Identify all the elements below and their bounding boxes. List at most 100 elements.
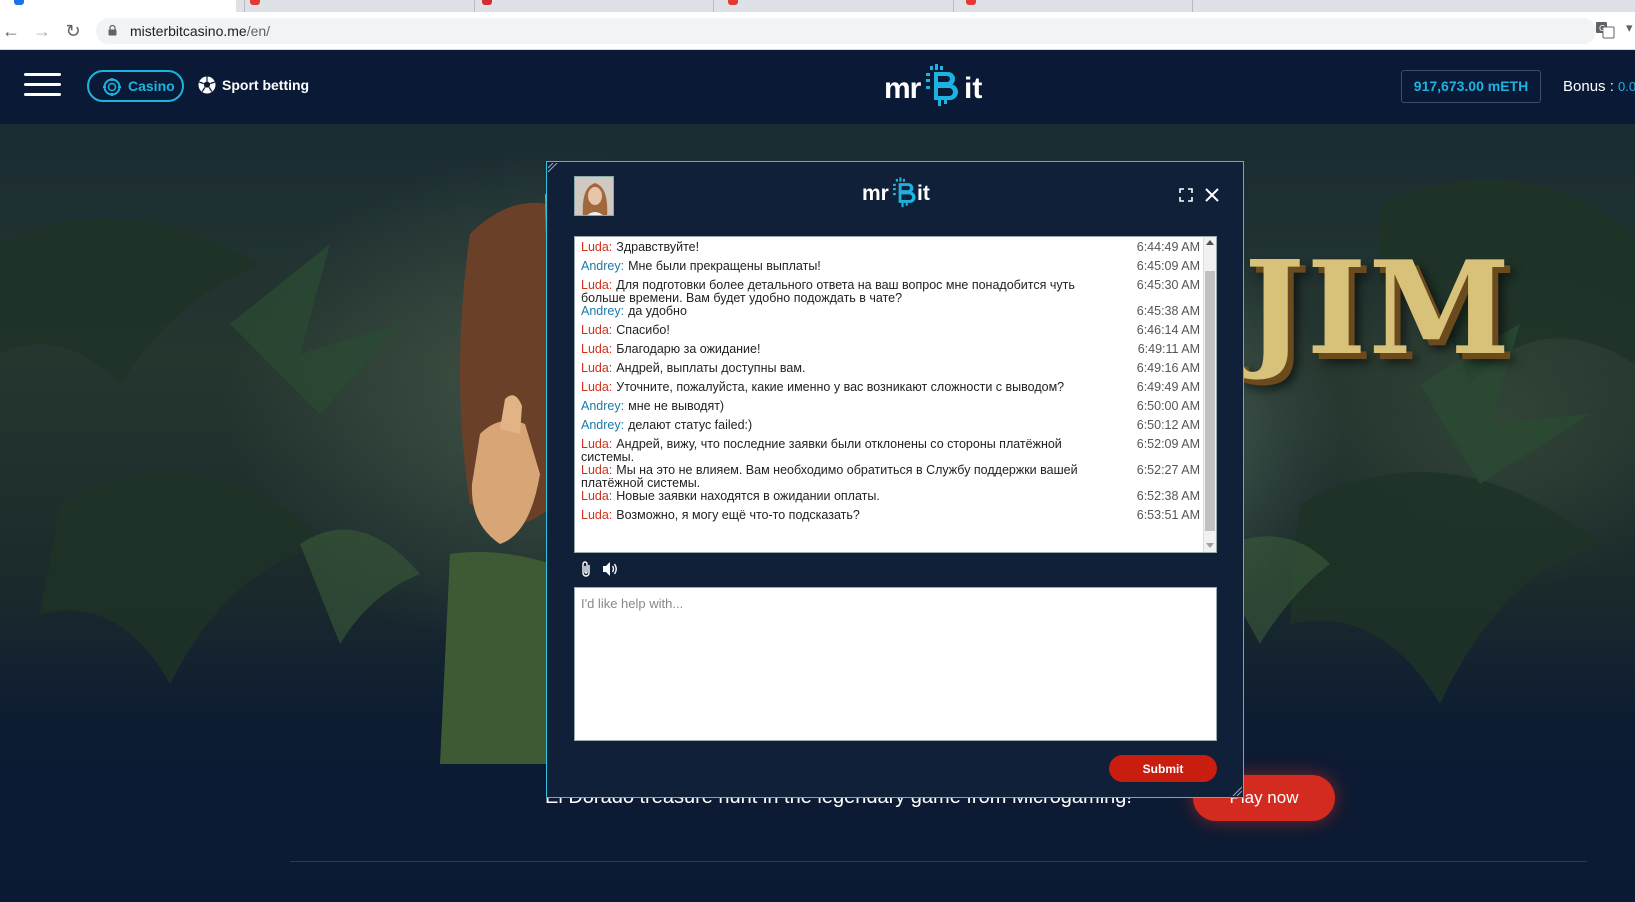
chat-message: Andrey: да удобно 6:45:38 AM	[581, 305, 1200, 324]
browser-tab[interactable]	[953, 0, 1191, 12]
scroll-thumb[interactable]	[1205, 271, 1215, 531]
forward-icon[interactable]: →	[31, 20, 53, 42]
tab-favicon	[728, 0, 738, 5]
tab-favicon	[14, 0, 24, 5]
message-text: Мне были прекращены выплаты!	[628, 259, 821, 273]
balance-display[interactable]: 917,673.00 mETH	[1401, 70, 1541, 103]
chat-transcript[interactable]: Luda: Здравствуйте! 6:44:49 AM Andrey: Мне б…	[574, 236, 1217, 553]
close-icon[interactable]	[1204, 187, 1220, 203]
chevron-down-icon[interactable]: ▾	[1626, 20, 1633, 36]
menu-icon[interactable]	[24, 73, 61, 97]
submit-button[interactable]: Submit	[1109, 755, 1217, 782]
site-logo[interactable]: mr it	[882, 62, 1002, 112]
browser-tab[interactable]	[1192, 0, 1632, 12]
logo-it-text: it	[964, 72, 983, 105]
scroll-up-arrow-icon[interactable]	[1206, 240, 1214, 245]
chat-logo: mr it	[862, 177, 934, 209]
chat-message: Luda: Новые заявки находятся в ожидании о…	[581, 490, 1200, 509]
message-timestamp: 6:45:30 AM	[1136, 278, 1200, 292]
chat-message: Luda: Возможно, я могу ещё что-то подсказ…	[581, 509, 1200, 528]
message-timestamp: 6:46:14 AM	[1136, 323, 1200, 337]
agent-avatar	[574, 176, 614, 216]
sport-betting-label: Sport betting	[222, 77, 310, 93]
divider	[290, 861, 1587, 862]
message-sender: Luda:	[581, 278, 613, 292]
message-timestamp: 6:53:51 AM	[1136, 508, 1200, 522]
chat-message: Luda: Здравствуйте! 6:44:49 AM	[581, 241, 1200, 260]
paperclip-icon[interactable]	[579, 560, 593, 578]
message-text: мне не выводят)	[628, 399, 725, 413]
logo-mr-text: mr	[884, 72, 921, 105]
tab-favicon	[966, 0, 976, 5]
message-sender: Luda:	[581, 489, 613, 503]
chat-message: Andrey: Мне были прекращены выплаты! 6:45:…	[581, 260, 1200, 279]
message-text: да удобно	[628, 304, 687, 318]
message-timestamp: 6:45:38 AM	[1136, 304, 1200, 318]
chat-message: Luda: Спасибо! 6:46:14 AM	[581, 324, 1200, 343]
bitcoin-b-logo-icon	[926, 64, 958, 106]
resize-handle-icon[interactable]	[548, 163, 558, 173]
chat-message: Luda: Мы на это не влияем. Вам необходимо…	[581, 464, 1200, 490]
message-text: Мы на это не влияем. Вам необходимо обра…	[581, 463, 1078, 490]
message-input[interactable]	[574, 587, 1217, 741]
url-text: misterbitcasino.me/en/	[130, 23, 270, 39]
message-text: Новые заявки находятся в ожидании оплаты…	[616, 489, 880, 503]
message-sender: Luda:	[581, 463, 613, 477]
message-timestamp: 6:52:09 AM	[1136, 437, 1200, 451]
message-timestamp: 6:52:27 AM	[1136, 463, 1200, 477]
casino-button[interactable]: Casino	[87, 70, 184, 102]
agent-photo	[575, 177, 613, 215]
live-chat-window: mr it Luda: Здравствуйте! 6:44:49 AM Andrey…	[546, 161, 1244, 798]
url-host: misterbitcasino.me	[130, 23, 247, 39]
reload-icon[interactable]: ↻	[62, 20, 84, 42]
browser-tab-strip	[0, 0, 1635, 12]
tab-favicon	[482, 0, 492, 5]
translate-icon[interactable]: G	[1595, 20, 1615, 40]
chat-message: Andrey: мне не выводят) 6:50:00 AM	[581, 400, 1200, 419]
message-sender: Luda:	[581, 508, 613, 522]
chat-message: Luda: Для подготовки более детального отв…	[581, 279, 1200, 305]
scroll-down-arrow-icon[interactable]	[1206, 543, 1214, 548]
browser-tab-active[interactable]	[0, 0, 236, 12]
chat-message: Luda: Андрей, выплаты доступны вам. 6:49:1…	[581, 362, 1200, 381]
chat-logo-mr: mr	[862, 182, 889, 205]
message-text: Здравствуйте!	[616, 240, 700, 254]
message-sender: Luda:	[581, 240, 613, 254]
tab-favicon	[250, 0, 260, 5]
chat-message: Luda: Андрей, вижу, что последние заявки …	[581, 438, 1200, 464]
chat-message: Andrey: делают статус failed:) 6:50:12 AM	[581, 419, 1200, 438]
message-sender: Andrey:	[581, 418, 625, 432]
message-text: делают статус failed:)	[628, 418, 753, 432]
chat-logo-it: it	[917, 182, 930, 205]
resize-handle-icon[interactable]	[1232, 786, 1242, 796]
bonus-display[interactable]: Bonus : 0.0	[1563, 78, 1635, 95]
chat-message: Luda: Уточните, пожалуйста, какие именно …	[581, 381, 1200, 400]
message-sender: Andrey:	[581, 399, 625, 413]
scrollbar[interactable]	[1203, 237, 1216, 552]
casino-chip-icon	[103, 78, 121, 96]
message-timestamp: 6:44:49 AM	[1136, 240, 1200, 254]
url-bar[interactable]: misterbitcasino.me/en/	[96, 18, 1596, 44]
message-sender: Luda:	[581, 380, 613, 394]
bonus-label: Bonus :	[1563, 78, 1614, 95]
browser-tab[interactable]	[244, 0, 469, 12]
message-text: Андрей, вижу, что последние заявки были …	[581, 437, 1062, 464]
browser-tab[interactable]	[713, 0, 951, 12]
message-sender: Luda:	[581, 361, 613, 375]
browser-address-bar: ← → ↻ misterbitcasino.me/en/ G ▾	[0, 12, 1635, 50]
expand-icon[interactable]	[1179, 188, 1193, 202]
hero-game-title: JIM	[1244, 234, 1513, 384]
svg-text:G: G	[1599, 24, 1605, 33]
message-timestamp: 6:52:38 AM	[1136, 489, 1200, 503]
browser-tab[interactable]	[474, 0, 710, 12]
url-path: /en/	[246, 23, 271, 39]
message-sender: Luda:	[581, 323, 613, 337]
message-text: Для подготовки более детального ответа н…	[581, 278, 1075, 305]
message-timestamp: 6:45:09 AM	[1136, 259, 1200, 273]
message-text: Благодарю за ожидание!	[616, 342, 761, 356]
back-icon[interactable]: ←	[0, 20, 22, 42]
message-timestamp: 6:49:11 AM	[1137, 342, 1200, 356]
site-header: Casino Sport betting mr it 917,673.00 mE…	[0, 50, 1635, 124]
message-sender: Andrey:	[581, 259, 625, 273]
speaker-icon[interactable]	[601, 561, 619, 577]
